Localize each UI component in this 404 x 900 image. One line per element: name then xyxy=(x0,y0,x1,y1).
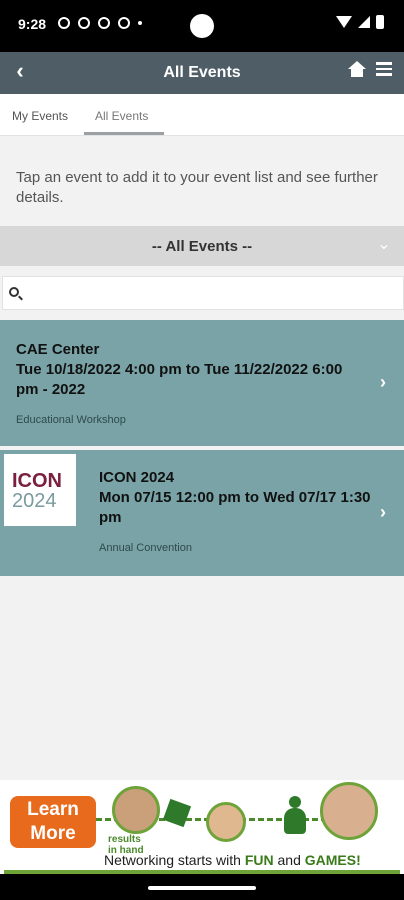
banner-tagline: Networking starts with FUN and GAMES! xyxy=(104,852,361,868)
status-icons-right xyxy=(336,15,384,29)
learn-more-line1: Learn xyxy=(27,799,79,820)
chevron-down-icon: ⌄ xyxy=(377,236,391,253)
avatar xyxy=(112,786,160,834)
fan-icon xyxy=(118,17,130,29)
battery-icon xyxy=(376,15,384,29)
shield-icon xyxy=(78,17,90,29)
game-pawn-icon xyxy=(282,796,308,836)
filter-selected-label: -- All Events -- xyxy=(151,238,253,255)
app-header: ‹ All Events xyxy=(0,52,404,94)
wifi-icon xyxy=(336,16,352,28)
status-bar: 9:28 xyxy=(0,0,404,52)
search-input[interactable] xyxy=(27,277,397,309)
status-time: 9:28 xyxy=(18,16,47,32)
event-filter-dropdown[interactable]: -- All Events -- ⌄ xyxy=(0,226,404,266)
chevron-right-icon: › xyxy=(380,502,386,522)
pawn-body xyxy=(284,808,306,834)
tagline-fun: FUN xyxy=(244,852,274,868)
event-item-icon-2024[interactable]: ICON 2024 ICON 2024 Mon 07/15 12:00 pm t… xyxy=(0,450,404,576)
event-logo: ICON 2024 xyxy=(4,454,76,526)
gesture-handle[interactable] xyxy=(148,886,256,890)
home-icon-base xyxy=(351,69,363,77)
logo-text-year: 2024 xyxy=(12,490,57,512)
menu-icon-line xyxy=(376,73,392,76)
event-type: Educational Workshop xyxy=(16,414,126,426)
search-bar[interactable] xyxy=(2,276,404,310)
tagline-prefix: Networking starts with xyxy=(104,852,245,868)
dot-icon xyxy=(138,21,142,25)
dice-icon xyxy=(162,798,192,828)
pawn-head xyxy=(289,796,301,808)
shield-check-icon xyxy=(98,17,110,29)
status-icons-left xyxy=(58,17,142,29)
menu-button[interactable] xyxy=(376,62,392,76)
home-icon xyxy=(348,61,366,69)
menu-icon xyxy=(376,62,392,65)
avatar xyxy=(206,802,246,842)
camera-cutout xyxy=(190,14,214,38)
page-title: All Events xyxy=(163,64,241,81)
tab-my-events[interactable]: My Events xyxy=(12,109,68,123)
tagline-games: GAMES! xyxy=(304,852,361,868)
active-tab-indicator xyxy=(84,132,164,135)
system-nav-area xyxy=(0,874,404,900)
chevron-right-icon: › xyxy=(380,372,386,392)
notification-icon xyxy=(58,17,70,29)
event-dates: Tue 10/18/2022 4:00 pm to Tue 11/22/2022… xyxy=(16,361,343,398)
event-dates: Mon 07/15 12:00 pm to Wed 07/17 1:30 pm xyxy=(99,489,371,526)
signal-icon xyxy=(358,16,370,28)
tagline-and: and xyxy=(273,852,305,868)
home-button[interactable] xyxy=(348,61,366,79)
intro-text: Tap an event to add it to your event lis… xyxy=(16,169,378,206)
learn-more-line2: More xyxy=(30,823,76,844)
event-type: Annual Convention xyxy=(99,542,192,554)
learn-more-button[interactable]: Learn More xyxy=(10,796,96,848)
phone-screen: 9:28 ‹ All Events My Events All Events T… xyxy=(0,0,404,900)
main-content: My Events All Events Tap an event to add… xyxy=(0,94,404,780)
event-title: CAE Center xyxy=(16,341,100,358)
brand-top: results xyxy=(108,834,141,845)
tab-all-events[interactable]: All Events xyxy=(95,109,148,123)
search-icon xyxy=(9,287,19,297)
banner-ad[interactable]: Learn More results in hand Networking st… xyxy=(0,780,404,874)
menu-icon-line xyxy=(376,67,392,70)
event-title: ICON 2024 xyxy=(99,469,175,486)
tab-bar: My Events All Events xyxy=(0,94,404,136)
avatar xyxy=(320,782,378,840)
event-item-cae-center[interactable]: CAE Center Tue 10/18/2022 4:00 pm to Tue… xyxy=(0,320,404,446)
